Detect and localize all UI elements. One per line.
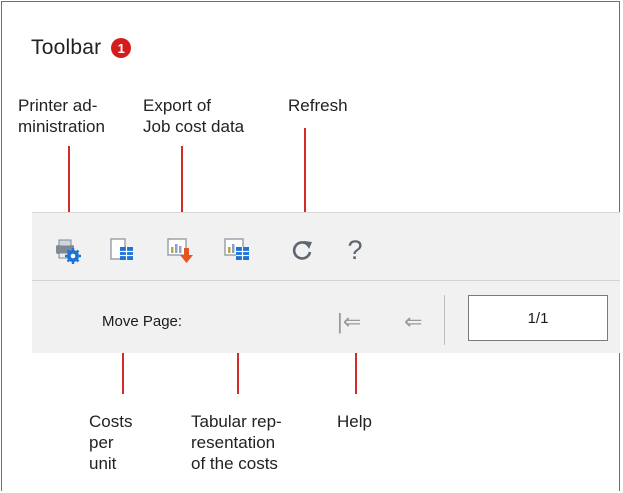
callout-refresh: Refresh: [288, 96, 348, 115]
callout-help: Help: [337, 412, 372, 431]
tabular-costs-icon[interactable]: [222, 235, 252, 265]
previous-page-icon[interactable]: ⇐: [404, 311, 422, 333]
help-icon[interactable]: ?: [340, 235, 370, 265]
first-page-icon[interactable]: |⇐: [337, 311, 361, 333]
navigation-separator: [444, 295, 445, 345]
callout-costs-per-unit: Costs per unit: [89, 412, 133, 473]
toolbar-panel: ? Move Page: |⇐ ⇐ 1/1: [32, 212, 620, 353]
toolbar-divider: [32, 280, 620, 281]
move-page-label: Move Page:: [102, 313, 183, 330]
refresh-icon[interactable]: [287, 235, 317, 265]
export-icon[interactable]: [165, 235, 195, 265]
figure-title: Toolbar: [31, 36, 102, 59]
costs-per-unit-icon[interactable]: [107, 235, 137, 265]
printer-settings-icon[interactable]: [52, 235, 82, 265]
page-number-field[interactable]: 1/1: [468, 295, 608, 341]
title-row: Toolbar 1: [31, 36, 132, 60]
callout-export-job-cost: Export of Job cost data: [143, 96, 245, 136]
callout-printer-administration: Printer ad- ministration: [18, 96, 105, 136]
callout-tabular-representation: Tabular rep- resentation of the costs: [191, 412, 282, 473]
number-badge: 1: [111, 38, 132, 58]
